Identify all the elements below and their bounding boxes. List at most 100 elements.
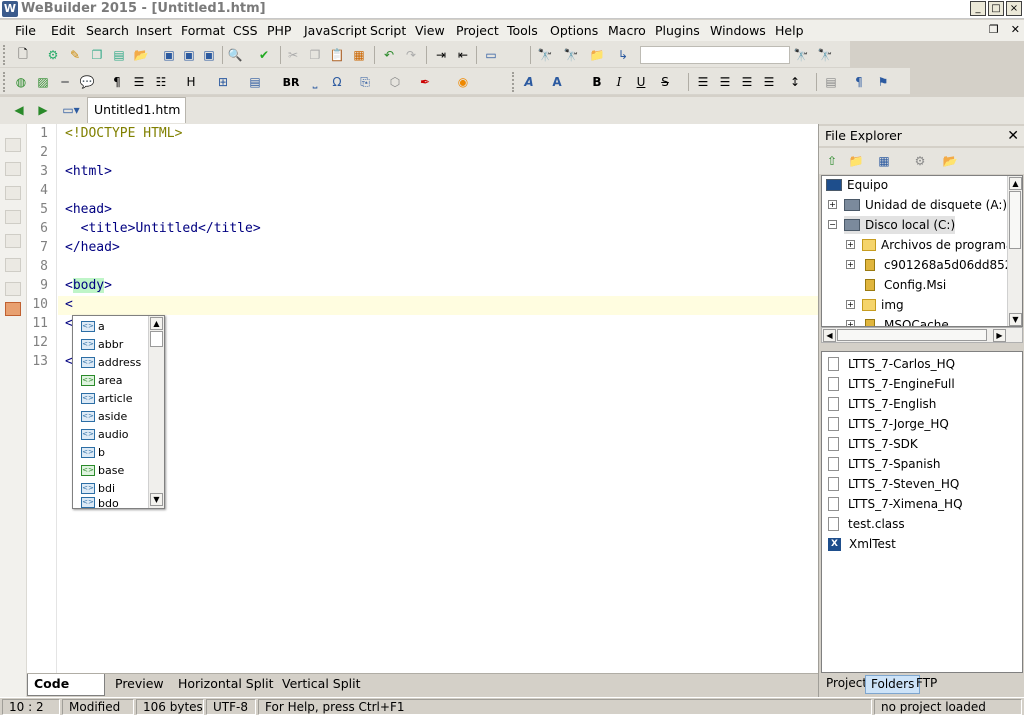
underline-icon[interactable]: U: [632, 73, 650, 91]
line-spacing-icon[interactable]: ↕: [786, 73, 804, 91]
file-list[interactable]: LTTS_7-Carlos_HQ LTTS_7-EngineFull LTTS_…: [821, 351, 1023, 673]
forward-arrow-icon[interactable]: ▶: [34, 101, 52, 119]
special-char-icon[interactable]: Ω: [328, 73, 346, 91]
toolbar-grip[interactable]: [3, 45, 9, 65]
outdent-icon[interactable]: ⇤: [454, 46, 472, 64]
tree-item-folder[interactable]: Archivos de programa: [862, 236, 1013, 254]
gutter-tool-icon[interactable]: [5, 162, 21, 176]
save-all-icon[interactable]: ▣: [180, 46, 198, 64]
image-icon[interactable]: ▨: [34, 73, 52, 91]
mdi-restore-icon[interactable]: ❐: [989, 23, 999, 36]
preview-search-icon[interactable]: 🔍: [226, 46, 244, 64]
file-item[interactable]: LTTS_7-Carlos_HQ: [828, 355, 955, 373]
paragraph-icon[interactable]: ¶: [108, 73, 126, 91]
menu-php[interactable]: PHP: [267, 23, 291, 38]
menu-search[interactable]: Search: [86, 23, 129, 38]
snippet-icon[interactable]: [5, 302, 21, 316]
new-project-icon[interactable]: ⚙: [44, 46, 62, 64]
settings-gear-icon[interactable]: ⚙: [911, 152, 929, 170]
inspector-icon[interactable]: ▤: [822, 73, 840, 91]
font-icon[interactable]: A: [520, 73, 538, 91]
code-line[interactable]: <head>: [65, 202, 112, 217]
expand-icon[interactable]: +: [846, 260, 855, 269]
autocomplete-item[interactable]: <> abbr: [81, 335, 123, 353]
search-input[interactable]: [640, 46, 790, 64]
cleanup-icon[interactable]: ⚑: [874, 73, 892, 91]
maximize-button[interactable]: □: [988, 1, 1004, 16]
italic-icon[interactable]: I: [610, 73, 628, 91]
file-item[interactable]: LTTS_7-Spanish: [828, 455, 940, 473]
code-line-current[interactable]: <: [65, 297, 73, 312]
menu-view[interactable]: View: [415, 23, 445, 38]
undo-icon[interactable]: ↶: [380, 46, 398, 64]
folder-tree[interactable]: Equipo + Unidad de disquete (A:) − Disco…: [821, 175, 1023, 327]
gutter-tool-icon[interactable]: [5, 282, 21, 296]
scroll-down-icon[interactable]: ▼: [1009, 313, 1022, 326]
menu-project[interactable]: Project: [456, 23, 499, 38]
scroll-up-icon[interactable]: ▲: [1009, 177, 1022, 190]
menu-macro[interactable]: Macro: [608, 23, 646, 38]
tree-vscrollbar[interactable]: ▲ ▼: [1007, 176, 1022, 326]
expand-icon[interactable]: +: [828, 200, 837, 209]
goto-icon[interactable]: ↳: [614, 46, 632, 64]
menu-file[interactable]: File: [15, 23, 36, 38]
expand-icon[interactable]: +: [846, 320, 855, 326]
strike-icon[interactable]: S: [656, 73, 674, 91]
edit-icon[interactable]: ✎: [66, 46, 84, 64]
align-center-icon[interactable]: ☰: [716, 73, 734, 91]
tree-item-floppy[interactable]: Unidad de disquete (A:): [844, 196, 1007, 214]
tab-vertical-split[interactable]: Vertical Split: [276, 674, 366, 696]
autocomplete-item[interactable]: <> bdi: [81, 479, 115, 497]
tree-item-folder[interactable]: img: [862, 296, 904, 314]
file-item[interactable]: LTTS_7-Jorge_HQ: [828, 415, 949, 433]
toolbar-grip-3[interactable]: [512, 72, 518, 92]
autocomplete-item[interactable]: <> a: [81, 317, 105, 335]
tree-item-folder[interactable]: Config.Msi: [862, 276, 946, 294]
code-line[interactable]: <title>Untitled</title>: [65, 221, 261, 236]
align-right-icon[interactable]: ☰: [738, 73, 756, 91]
new-folder-icon[interactable]: 📁: [847, 152, 865, 170]
menu-javascript[interactable]: JavaScript: [304, 23, 367, 38]
menu-options[interactable]: Options: [550, 23, 598, 38]
paste-icon[interactable]: 📋: [328, 46, 346, 64]
autocomplete-scrollbar[interactable]: ▲ ▼: [148, 316, 164, 508]
scroll-down-icon[interactable]: ▼: [150, 493, 163, 506]
tab-preview[interactable]: Preview: [109, 674, 170, 696]
indent-icon[interactable]: ⇥: [432, 46, 450, 64]
bullet-list-icon[interactable]: ☰: [130, 73, 148, 91]
view-mode-icon[interactable]: ▦: [875, 152, 893, 170]
save-as-icon[interactable]: ▣: [200, 46, 218, 64]
file-item[interactable]: X XmlTest: [828, 535, 896, 553]
table-icon[interactable]: ⊞: [214, 73, 232, 91]
autocomplete-item[interactable]: <> area: [81, 371, 123, 389]
tree-item-folder[interactable]: MSOCache: [862, 316, 949, 326]
autocomplete-item[interactable]: <> aside: [81, 407, 127, 425]
paste-special-icon[interactable]: ▦: [350, 46, 368, 64]
menu-css[interactable]: CSS: [233, 23, 258, 38]
file-item[interactable]: LTTS_7-Ximena_HQ: [828, 495, 963, 513]
css-icon[interactable]: ¶: [850, 73, 868, 91]
align-left-icon[interactable]: ☰: [694, 73, 712, 91]
shape-icon[interactable]: ⬡: [386, 73, 404, 91]
tab-list-icon[interactable]: ▭▾: [58, 101, 84, 119]
cut-icon[interactable]: ✂: [284, 46, 302, 64]
heading-icon[interactable]: H: [182, 73, 200, 91]
autocomplete-item[interactable]: <> base: [81, 461, 124, 479]
tab-horizontal-split[interactable]: Horizontal Split: [172, 674, 280, 696]
menu-format[interactable]: Format: [181, 23, 225, 38]
color-picker-icon[interactable]: ◉: [454, 73, 472, 91]
hr-icon[interactable]: ━: [56, 73, 74, 91]
justify-icon[interactable]: ☰: [760, 73, 778, 91]
autocomplete-item[interactable]: <> address: [81, 353, 141, 371]
form-icon[interactable]: ▤: [246, 73, 264, 91]
file-item[interactable]: test.class: [828, 515, 905, 533]
comment-icon[interactable]: 💬: [78, 73, 96, 91]
menu-script[interactable]: Script: [370, 23, 406, 38]
copy-doc-icon[interactable]: ❐: [88, 46, 106, 64]
code-line[interactable]: </head>: [65, 240, 120, 255]
tree-item-equipo[interactable]: Equipo: [826, 176, 888, 194]
folder-menu-icon[interactable]: 📂: [941, 152, 959, 170]
code-line[interactable]: <body>: [65, 278, 112, 293]
folder-up-icon[interactable]: ⇧: [823, 152, 841, 170]
autocomplete-item[interactable]: <> article: [81, 389, 133, 407]
